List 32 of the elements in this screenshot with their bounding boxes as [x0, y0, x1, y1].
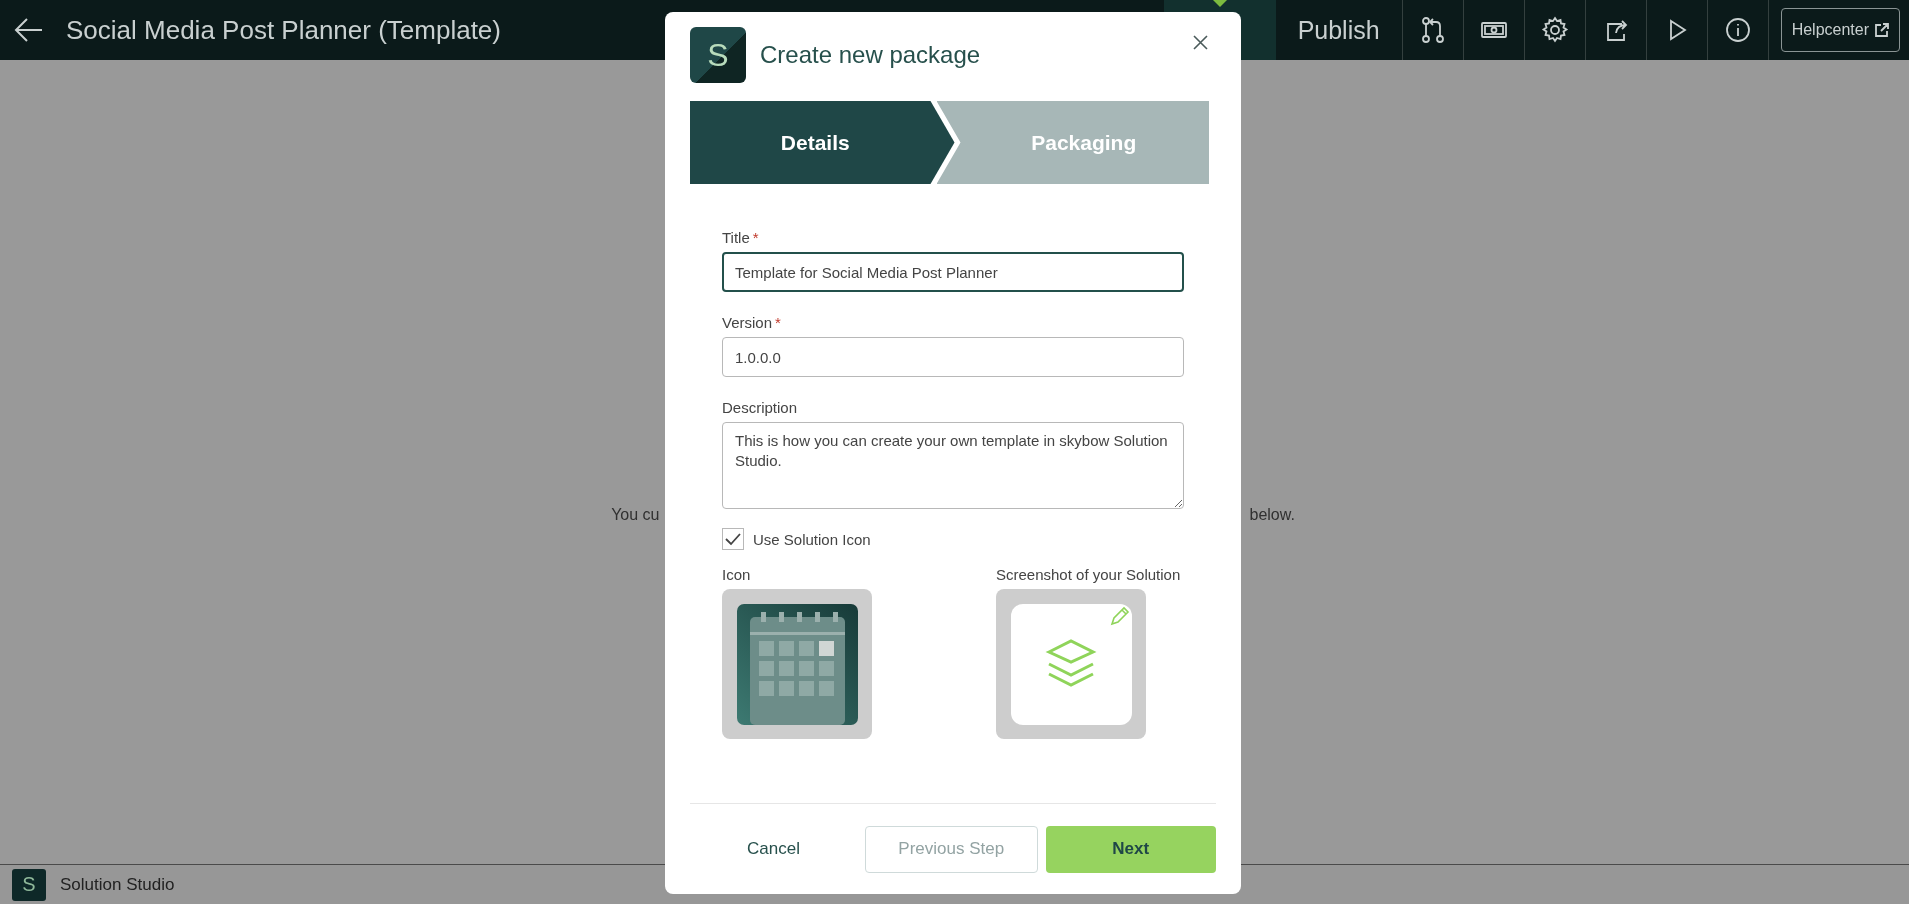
dialog-logo: S	[690, 27, 746, 83]
app-logo: S	[12, 868, 46, 901]
publish-button[interactable]: Publish	[1275, 0, 1402, 60]
text-area[interactable]: This is how you can create your own template in skybow Solution Studio.	[722, 422, 1184, 509]
close-icon	[1193, 35, 1208, 50]
external-link-icon	[1875, 23, 1889, 37]
page-title: Social Media Post Planner (Template)	[66, 14, 502, 46]
field-label: Screenshot of your Solution	[996, 566, 1182, 583]
info-icon	[1723, 16, 1752, 44]
cancel-link[interactable]: Cancel	[690, 839, 857, 859]
dialog-title: Create new package	[760, 41, 982, 69]
wizard-step[interactable]: Details	[690, 101, 955, 184]
image-picker[interactable]	[722, 589, 872, 739]
next-button[interactable]: Next	[1045, 825, 1216, 873]
input-field[interactable]: 1.0.0.0	[722, 337, 1184, 377]
field-label: Icon	[722, 566, 752, 583]
marker-icon	[1212, 0, 1227, 7]
helpcenter-button[interactable]: Helpcenter	[1780, 8, 1900, 52]
checkbox[interactable]	[722, 528, 744, 550]
check-icon	[725, 532, 741, 546]
layers-icon	[1010, 603, 1132, 725]
field-label: Description	[722, 399, 799, 416]
app-name: Solution Studio	[60, 874, 175, 895]
settings-icon	[1540, 16, 1569, 44]
field-label: Title *	[722, 229, 760, 246]
info-text: You cu	[611, 506, 660, 524]
pencil-icon	[1110, 606, 1130, 626]
info-text: below.	[1249, 506, 1295, 524]
calendar-icon	[736, 603, 858, 725]
input-field[interactable]: Template for Social Media Post Planner	[722, 252, 1184, 292]
checkbox-label: Use Solution Icon	[753, 530, 871, 548]
field-label: Version *	[722, 314, 782, 331]
